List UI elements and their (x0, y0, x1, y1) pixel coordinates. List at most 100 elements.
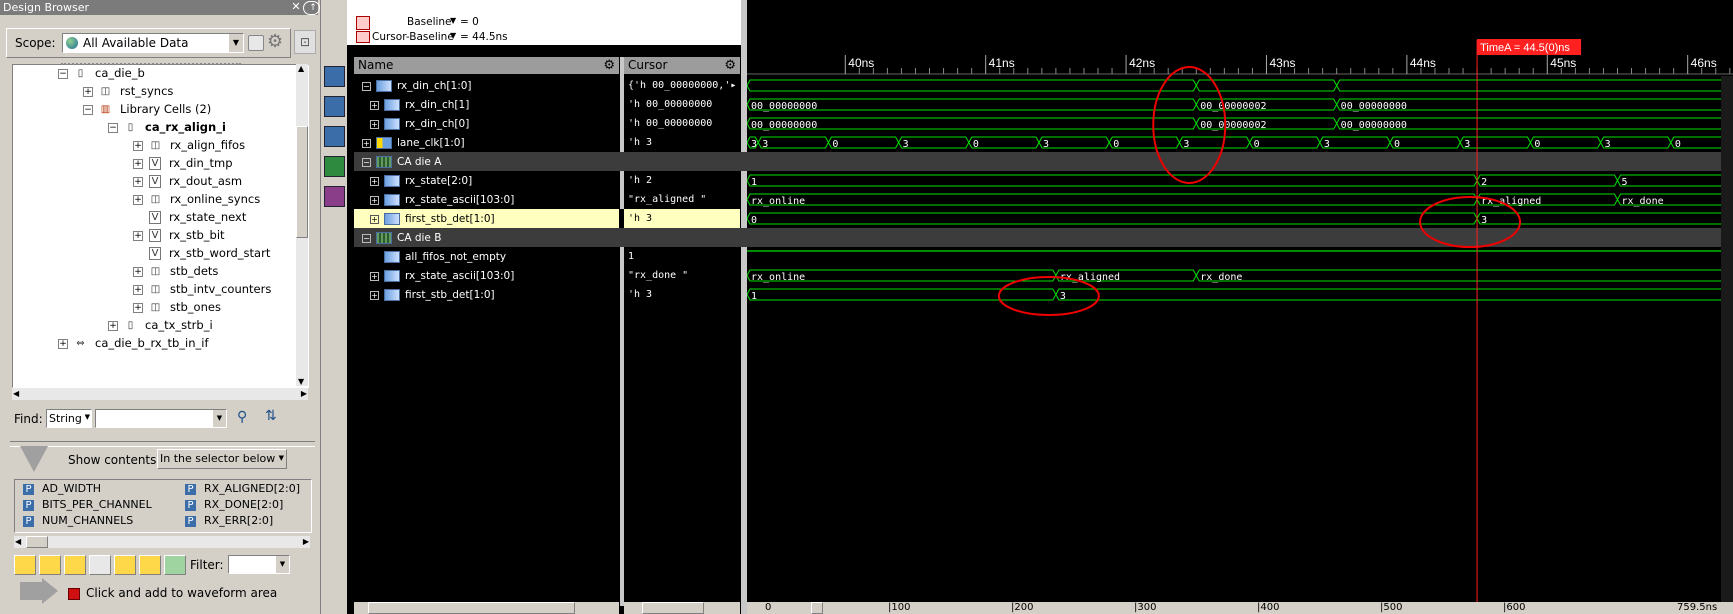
expand-icon[interactable]: + (370, 214, 379, 224)
show-contents-select[interactable]: In the selector below ▼ (157, 449, 287, 469)
filter-all-icon[interactable] (164, 555, 186, 575)
list-scroll-thumb[interactable] (26, 536, 48, 548)
param-item[interactable]: P NUM_CHANNELS (23, 514, 133, 527)
param-item[interactable]: P AD_WIDTH (23, 482, 101, 495)
gear-icon[interactable]: ⚙ (724, 57, 736, 74)
chevron-down-icon[interactable]: ▼ (276, 556, 289, 573)
add-inout-icon[interactable] (64, 555, 86, 575)
cursor-baseline-icon[interactable] (356, 31, 370, 43)
timeline-scrollbar[interactable]: 0 |100 |200 |300 |400 |500 |600 759.5ns (747, 602, 1733, 614)
cursor-scrollbar[interactable] (624, 602, 740, 614)
expand-icon[interactable]: + (370, 119, 379, 129)
add-register-icon[interactable] (114, 555, 136, 575)
add-signal-icon[interactable] (14, 555, 36, 575)
collapse-icon[interactable]: − (362, 233, 371, 243)
list-horizontal-scrollbar[interactable]: ◀ ▶ (14, 536, 310, 548)
collapse-icon[interactable]: − (83, 104, 93, 115)
find-next-icon[interactable]: ⇅ (265, 408, 277, 424)
expand-icon[interactable]: + (370, 195, 379, 205)
chevron-down-icon[interactable]: ▼ (450, 31, 456, 40)
chip-icon[interactable] (248, 35, 264, 51)
find-type-select[interactable]: String ▼ (46, 409, 92, 428)
expand-icon[interactable]: + (370, 271, 379, 281)
wave-vertical-scrollbar[interactable] (1721, 76, 1733, 602)
cursor-header[interactable]: Cursor ⚙ (624, 57, 740, 74)
chevron-down-icon[interactable]: ▼ (229, 34, 243, 52)
filter-select[interactable]: ▼ (228, 555, 290, 574)
gear-icon[interactable]: ⚙ (267, 33, 283, 51)
tree-item[interactable]: + Vrx_dout_asm (133, 171, 242, 191)
expand-icon[interactable]: + (133, 266, 143, 277)
signal-flow-icon[interactable] (324, 186, 345, 207)
expand-icon[interactable]: + (362, 138, 371, 148)
expand-icon[interactable]: + (58, 338, 68, 349)
param-item[interactable]: P RX_ERR[2:0] (185, 514, 273, 527)
find-input[interactable]: ▼ (95, 409, 227, 428)
close-icon[interactable]: ✕ (287, 1, 302, 13)
waveform-icon[interactable] (324, 66, 345, 87)
param-item[interactable]: P BITS_PER_CHANNEL (23, 498, 152, 511)
param-item[interactable]: P RX_ALIGNED[2:0] (185, 482, 300, 495)
chevron-down-icon[interactable]: ▼ (213, 410, 226, 427)
scroll-right-icon[interactable]: ▶ (303, 537, 309, 546)
tree-item[interactable]: + ▯ ca_tx_strb_i (108, 315, 213, 335)
collapse-icon[interactable]: − (362, 81, 371, 91)
tree-item[interactable]: + ◫ rx_online_syncs (133, 189, 260, 209)
tree-item[interactable]: + ◫ rx_align_fifos (133, 135, 245, 155)
signal-name[interactable]: + rx_state_ascii[103:0] (370, 266, 514, 286)
cursor-baseline-label[interactable]: Cursor-Baseline (372, 31, 454, 43)
find-icon[interactable]: ⚲ (237, 409, 247, 425)
signal-name[interactable]: + first_stb_det[1:0] (370, 209, 495, 229)
tree-horizontal-scrollbar[interactable]: ◀ ▶ (12, 388, 308, 400)
signal-name[interactable]: − CA die B (362, 228, 441, 248)
tree-item[interactable]: Vrx_stb_word_start (133, 243, 270, 263)
expand-icon[interactable]: + (83, 86, 93, 97)
signal-name[interactable]: − rx_din_ch[1:0] (362, 76, 472, 96)
expand-icon[interactable]: + (133, 140, 143, 151)
signal-name[interactable]: + first_stb_det[1:0] (370, 285, 495, 305)
hierarchy-icon[interactable]: ⊡ (294, 30, 316, 54)
expand-icon[interactable]: + (370, 290, 379, 300)
time-ruler[interactable] (747, 0, 1733, 75)
scope-select[interactable]: All Available Data ▼ (62, 33, 244, 53)
scroll-right-icon[interactable]: ▶ (301, 389, 307, 398)
expand-icon[interactable]: + (108, 320, 118, 331)
expand-icon[interactable]: + (133, 284, 143, 295)
signal-name[interactable]: + rx_state[2:0] (370, 171, 472, 191)
tree-item[interactable]: − ▥ Library Cells (2) (83, 99, 211, 119)
collapse-icon[interactable]: − (108, 122, 118, 133)
signal-name[interactable]: + rx_state_ascii[103:0] (370, 190, 514, 210)
tree-item[interactable]: + ◫ rst_syncs (83, 81, 173, 101)
tree-item[interactable]: + ◫ stb_intv_counters (133, 279, 271, 299)
expand-icon[interactable]: + (133, 230, 143, 241)
expand-icon[interactable]: + (370, 176, 379, 186)
timeline-thumb[interactable] (811, 602, 823, 614)
collapse-icon[interactable]: − (58, 68, 68, 79)
tree-item[interactable]: + Vrx_din_tmp (133, 153, 233, 173)
source-icon[interactable] (324, 126, 345, 147)
chevron-down-icon[interactable]: ▼ (450, 16, 456, 25)
schematic-icon[interactable] (324, 96, 345, 117)
param-item[interactable]: P RX_DONE[2:0] (185, 498, 283, 511)
tree-item[interactable]: + ⇔ ca_die_b_rx_tb_in_if (58, 333, 209, 353)
signal-name[interactable]: all_fifos_not_empty (370, 247, 506, 267)
expand-icon[interactable]: + (133, 194, 143, 205)
tree-item[interactable]: + ◫ stb_ones (133, 297, 221, 317)
scroll-down-icon[interactable]: ▼ (298, 377, 304, 386)
expand-icon[interactable]: + (133, 158, 143, 169)
tree-vertical-scrollbar[interactable]: ▲ ▼ (296, 64, 308, 386)
register-icon[interactable] (324, 156, 345, 177)
gear-icon[interactable]: ⚙ (603, 57, 615, 74)
expand-icon[interactable]: + (133, 302, 143, 313)
tree-item[interactable]: + Vrx_stb_bit (133, 225, 225, 245)
cursor-scroll-thumb[interactable] (642, 602, 704, 614)
name-scrollbar[interactable] (354, 602, 619, 614)
scroll-up-icon[interactable]: ▲ (298, 64, 304, 73)
tree-item[interactable]: − ▯ ca_rx_align_i (108, 117, 226, 137)
baseline-label[interactable]: Baseline (407, 16, 452, 28)
baseline-icon[interactable] (356, 16, 370, 30)
collapse-icon[interactable]: − (362, 157, 371, 167)
scroll-left-icon[interactable]: ◀ (15, 537, 21, 546)
undock-icon[interactable]: ↑ (303, 1, 320, 15)
tree-scroll-thumb[interactable] (296, 126, 308, 238)
